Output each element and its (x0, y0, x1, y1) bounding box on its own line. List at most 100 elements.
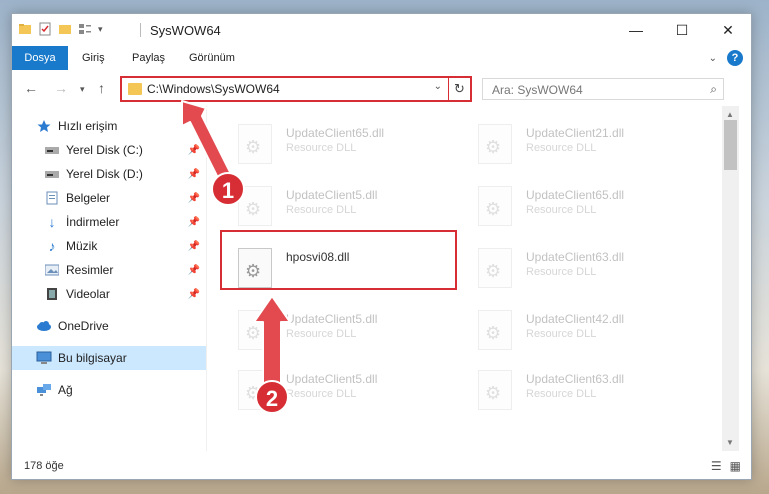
status-bar: 178 öğe ☰ ▦ (12, 451, 751, 479)
videos-icon (44, 286, 60, 302)
sidebar-item-label: Bu bilgisayar (58, 351, 127, 365)
sidebar-item-label: Yerel Disk (C:) (66, 143, 143, 157)
view-icon[interactable] (78, 22, 92, 36)
list-item[interactable]: ⚙ UpdateClient65.dll Resource DLL (458, 178, 678, 234)
file-type: Resource DLL (286, 142, 357, 154)
dll-file-icon: ⚙ (478, 248, 512, 288)
back-icon[interactable]: ← (24, 80, 38, 96)
music-icon: ♪ (48, 238, 56, 254)
sidebar-item-label: Ağ (58, 383, 73, 397)
sidebar-item-label: Müzik (66, 239, 98, 253)
file-name: UpdateClient5.dll (286, 312, 378, 326)
sidebar-item-label: Hızlı erişim (58, 119, 118, 133)
list-item[interactable]: ⚙ UpdateClient5.dll Resource DLL (218, 362, 438, 418)
list-item[interactable]: ⚙ UpdateClient42.dll Resource DLL (458, 302, 678, 358)
address-bar[interactable]: C:\Windows\SysWOW64 ⌄ ↻ (120, 76, 472, 102)
up-icon[interactable]: ↑ (98, 80, 105, 96)
address-path[interactable]: C:\Windows\SysWOW64 (147, 82, 280, 96)
file-name: UpdateClient5.dll (286, 372, 378, 386)
vertical-scrollbar[interactable]: ▲ ▼ (722, 106, 739, 451)
sidebar-item-onedrive[interactable]: OneDrive (12, 314, 206, 338)
list-item[interactable]: ⚙ UpdateClient21.dll Resource DLL (458, 116, 678, 172)
close-icon[interactable]: ✕ (705, 14, 751, 46)
pin-icon[interactable]: 📌 (188, 169, 200, 180)
pin-icon[interactable]: 📌 (188, 265, 200, 276)
help-icon[interactable]: ? (727, 50, 743, 66)
quick-access-toolbar: ▾ (18, 22, 103, 36)
documents-icon (44, 190, 60, 206)
folder-icon (128, 83, 142, 95)
file-type: Resource DLL (526, 328, 597, 340)
file-name: UpdateClient63.dll (526, 250, 625, 264)
recent-chevron-icon[interactable]: ▾ (80, 84, 85, 95)
file-type: Resource DLL (526, 142, 597, 154)
chevron-down-icon[interactable]: ▾ (98, 24, 103, 35)
sidebar-item-quick-access[interactable]: Hızlı erişim (12, 114, 206, 138)
list-item[interactable]: ⚙ UpdateClient63.dll Resource DLL (458, 362, 678, 418)
dll-file-icon: ⚙ (478, 186, 512, 226)
scrollbar-thumb[interactable] (724, 120, 737, 170)
details-view-icon[interactable]: ☰ (711, 459, 722, 473)
sidebar-item-documents[interactable]: Belgeler 📌 (12, 186, 206, 210)
list-item[interactable]: ⚙ UpdateClient63.dll Resource DLL (458, 240, 678, 296)
sidebar-item-music[interactable]: ♪ Müzik 📌 (12, 234, 206, 258)
sidebar-item-label: Yerel Disk (D:) (66, 167, 143, 181)
ribbon-tabs: Dosya Giriş Paylaş Görünüm ⌄ ? (12, 46, 751, 102)
sidebar-item-videos[interactable]: Videolar 📌 (12, 282, 206, 306)
file-name: UpdateClient65.dll (526, 188, 625, 202)
folder-icon[interactable] (18, 22, 32, 36)
new-folder-icon[interactable] (58, 22, 72, 36)
pin-icon[interactable]: 📌 (188, 217, 200, 228)
sidebar-item-label: OneDrive (58, 319, 109, 333)
search-placeholder: Ara: SysWOW64 (492, 83, 583, 97)
sidebar-item-network[interactable]: Ağ (12, 378, 206, 402)
scroll-up-icon[interactable]: ▲ (726, 110, 734, 119)
sidebar-item-downloads[interactable]: ↓ İndirmeler 📌 (12, 210, 206, 234)
tab-home[interactable]: Giriş (82, 46, 105, 70)
network-icon (36, 382, 52, 398)
navigation-pane: Hızlı erişim Yerel Disk (C:) 📌 Yerel Dis… (12, 106, 206, 451)
pin-icon[interactable]: 📌 (188, 145, 200, 156)
navigation-bar: ← → ▾ ↑ C:\Windows\SysWOW64 ⌄ ↻ Ara: Sys… (12, 70, 751, 106)
search-icon: ⌕ (710, 82, 717, 96)
dll-file-icon: ⚙ (238, 124, 272, 164)
list-item[interactable]: ⚙ UpdateClient5.dll Resource DLL (218, 178, 438, 234)
file-type: Resource DLL (526, 388, 597, 400)
window-title: SysWOW64 (150, 23, 221, 38)
chevron-down-icon[interactable]: ⌄ (434, 81, 442, 92)
pin-icon[interactable]: 📌 (188, 289, 200, 300)
pin-icon[interactable]: 📌 (188, 193, 200, 204)
properties-icon[interactable] (38, 22, 52, 36)
file-highlight-box (220, 230, 457, 290)
scroll-down-icon[interactable]: ▼ (726, 438, 734, 447)
dll-file-icon: ⚙ (238, 310, 272, 350)
file-type: Resource DLL (526, 266, 597, 278)
sidebar-item-local-disk-c[interactable]: Yerel Disk (C:) 📌 (12, 138, 206, 162)
sidebar-item-label: Belgeler (66, 191, 111, 205)
maximize-icon[interactable]: ☐ (659, 14, 705, 46)
list-item[interactable]: ⚙ UpdateClient5.dll Resource DLL (218, 302, 438, 358)
file-type: Resource DLL (526, 204, 597, 216)
download-icon: ↓ (48, 214, 56, 230)
title-bar: ▾ SysWOW64 — ☐ ✕ (12, 14, 751, 46)
expand-ribbon-icon[interactable]: ⌄ (709, 53, 717, 64)
sidebar-item-pictures[interactable]: Resimler 📌 (12, 258, 206, 282)
tab-view[interactable]: Görünüm (189, 46, 235, 70)
dll-file-icon: ⚙ (478, 124, 512, 164)
list-item[interactable]: ⚙ UpdateClient65.dll Resource DLL (218, 116, 438, 172)
file-type: Resource DLL (286, 204, 357, 216)
tab-share[interactable]: Paylaş (132, 46, 165, 70)
refresh-icon[interactable]: ↻ (448, 78, 470, 100)
pin-icon[interactable]: 📌 (188, 241, 200, 252)
sidebar-item-local-disk-d[interactable]: Yerel Disk (D:) 📌 (12, 162, 206, 186)
minimize-icon[interactable]: — (613, 14, 659, 46)
dll-file-icon: ⚙ (478, 370, 512, 410)
pane-divider[interactable] (206, 106, 207, 451)
large-icons-view-icon[interactable]: ▦ (730, 459, 741, 473)
sidebar-item-this-pc[interactable]: Bu bilgisayar (12, 346, 206, 370)
drive-icon (44, 142, 60, 158)
search-input[interactable]: Ara: SysWOW64 ⌕ (482, 78, 724, 100)
file-name: UpdateClient65.dll (286, 126, 385, 140)
forward-icon[interactable]: → (54, 80, 68, 96)
view-switcher: ☰ ▦ (711, 459, 741, 473)
